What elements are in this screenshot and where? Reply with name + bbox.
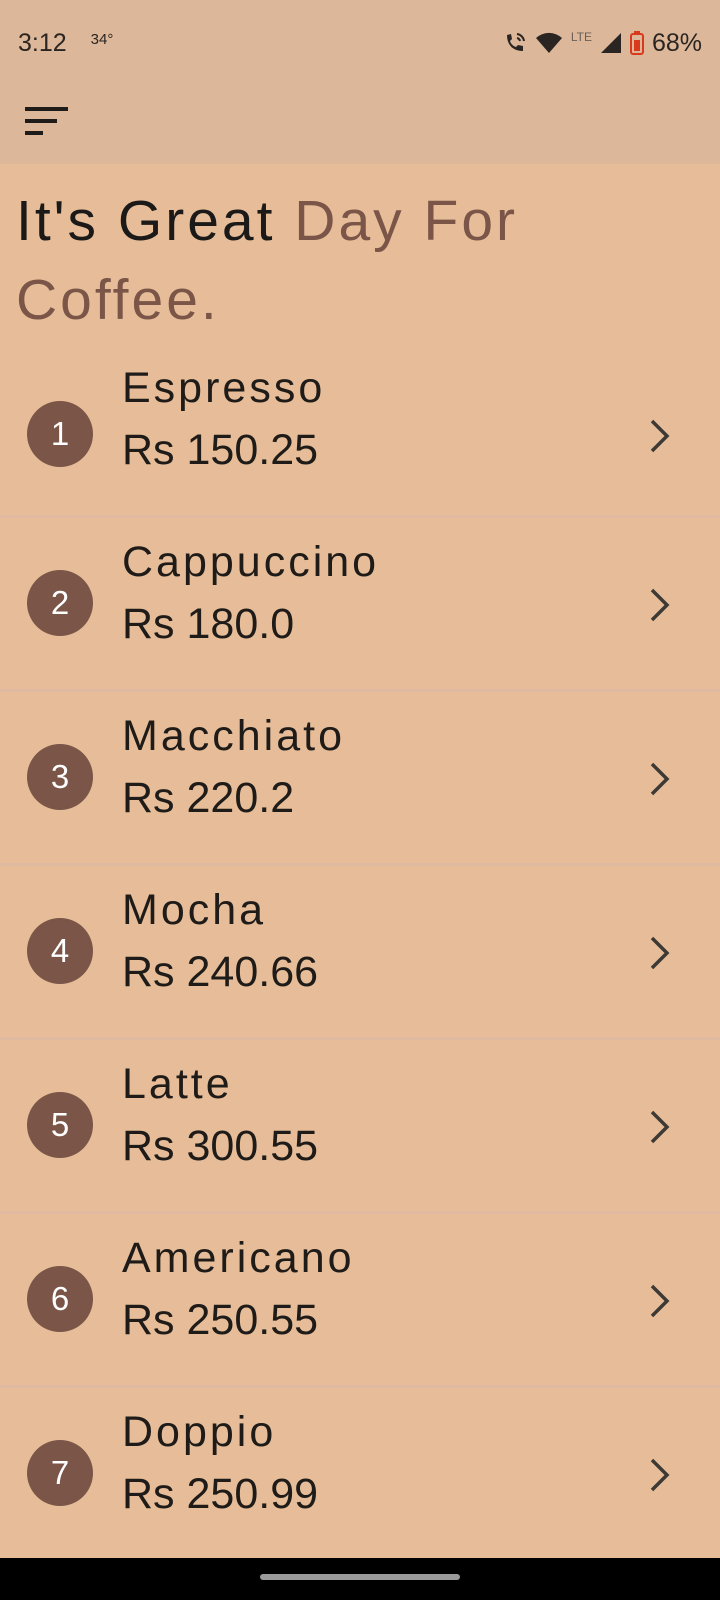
item-number-badge: 7 — [27, 1440, 93, 1506]
coffee-price: Rs 150.25 — [122, 426, 319, 474]
chevron-right-icon[interactable] — [648, 1283, 672, 1319]
coffee-name: Mocha — [122, 886, 267, 934]
chevron-right-icon[interactable] — [648, 418, 672, 454]
item-number-badge: 2 — [27, 570, 93, 636]
status-bar: 3:12 34° LTE 68% — [0, 0, 720, 86]
home-handle[interactable] — [260, 1574, 460, 1580]
coffee-name: Espresso — [122, 364, 326, 412]
coffee-list-item[interactable]: 4 Mocha Rs 240.66 — [0, 866, 720, 1040]
chevron-right-icon[interactable] — [648, 1109, 672, 1145]
battery-icon — [629, 31, 644, 55]
battery-percentage: 68% — [651, 28, 702, 57]
headline-part-1: It's Great — [16, 189, 295, 253]
coffee-list: 1 Espresso Rs 150.25 2 Cappuccino Rs 180.0 3 Ma… — [0, 350, 720, 1562]
status-time: 3:12 — [18, 28, 67, 57]
coffee-list-item[interactable]: 3 Macchiato Rs 220.2 — [0, 692, 720, 866]
coffee-name: Doppio — [122, 1408, 277, 1456]
item-number-badge: 1 — [27, 401, 93, 467]
network-type: LTE — [570, 30, 592, 44]
item-number-badge: 5 — [27, 1092, 93, 1158]
coffee-list-item[interactable]: 5 Latte Rs 300.55 — [0, 1040, 720, 1214]
status-temperature: 34° — [90, 30, 114, 48]
coffee-list-item[interactable]: 2 Cappuccino Rs 180.0 — [0, 518, 720, 692]
coffee-price: Rs 300.55 — [122, 1122, 319, 1170]
wifi-calling-icon — [506, 33, 525, 51]
coffee-name: Latte — [122, 1060, 233, 1108]
signal-icon — [600, 33, 621, 53]
coffee-price: Rs 220.2 — [122, 774, 295, 822]
item-number-badge: 3 — [27, 744, 93, 810]
coffee-list-item[interactable]: 6 Americano Rs 250.55 — [0, 1214, 720, 1388]
status-icons: LTE 68% — [503, 29, 702, 58]
page-title: It's Great Day For Coffee. — [16, 182, 706, 340]
chevron-right-icon[interactable] — [648, 935, 672, 971]
wifi-icon — [535, 32, 562, 53]
coffee-price: Rs 180.0 — [122, 600, 295, 648]
chevron-right-icon[interactable] — [648, 761, 672, 797]
item-number-badge: 4 — [27, 918, 93, 984]
chevron-right-icon[interactable] — [648, 1457, 672, 1493]
coffee-price: Rs 250.99 — [122, 1470, 319, 1518]
coffee-price: Rs 250.55 — [122, 1296, 319, 1344]
coffee-name: Cappuccino — [122, 538, 380, 586]
coffee-price: Rs 240.66 — [122, 948, 319, 996]
coffee-list-item[interactable]: 1 Espresso Rs 150.25 — [0, 350, 720, 518]
coffee-name: Americano — [122, 1234, 355, 1282]
coffee-list-item[interactable]: 7 Doppio Rs 250.99 — [0, 1388, 720, 1562]
sort-menu-icon[interactable] — [25, 102, 71, 142]
item-number-badge: 6 — [27, 1266, 93, 1332]
coffee-name: Macchiato — [122, 712, 345, 760]
navigation-bar — [0, 1558, 720, 1600]
app-bar — [0, 86, 720, 164]
chevron-right-icon[interactable] — [648, 587, 672, 623]
